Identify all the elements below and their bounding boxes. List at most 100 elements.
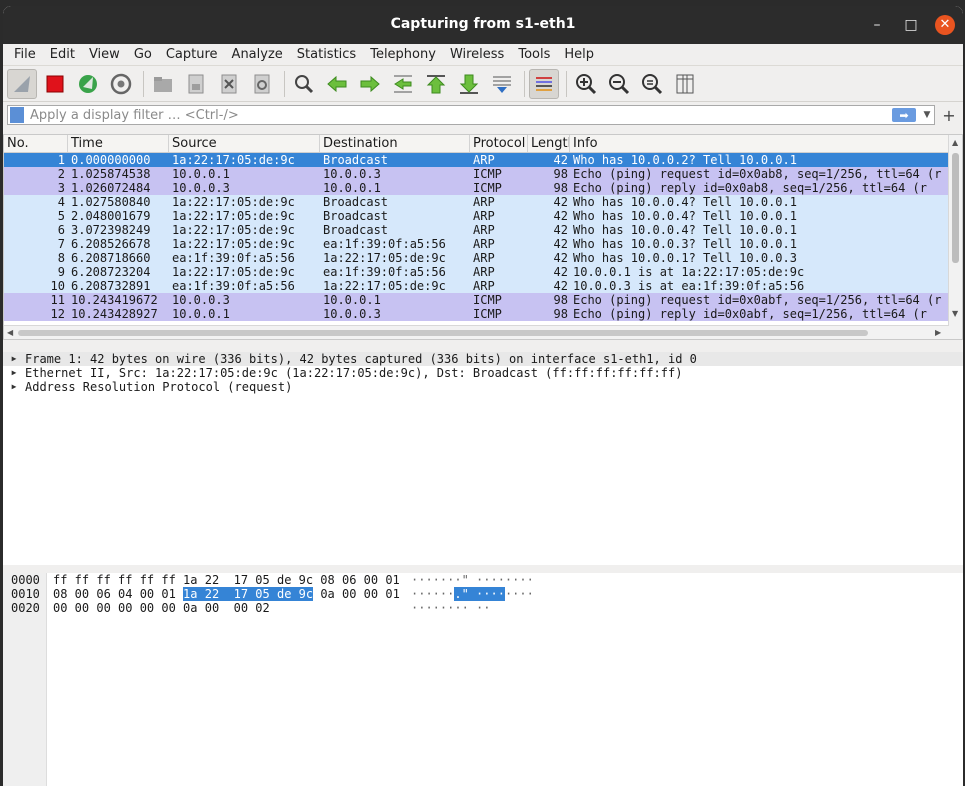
scroll-up-icon[interactable]: ▲	[952, 138, 958, 147]
packet-row[interactable]: 8 6.208718660 ea:1f:39:0f:a5:56 1a:22:17:05…	[4, 251, 949, 265]
detail-row-ethernet[interactable]: ▶ Ethernet II, Src: 1a:22:17:05:de:9c (1…	[3, 366, 963, 380]
scroll-right-icon[interactable]: ▶	[935, 328, 941, 337]
packet-cell-proto: ARP	[473, 237, 495, 251]
packet-list-horizontal-scrollbar[interactable]: ◀ ▶	[4, 325, 949, 339]
shark-fin-start-icon[interactable]	[7, 68, 37, 99]
hex-bytes[interactable]: 08 00 06 04 00 01	[53, 587, 183, 601]
menu-statistics[interactable]: Statistics	[290, 47, 363, 62]
packet-cell-proto: ARP	[473, 279, 495, 293]
go-last-icon[interactable]	[454, 69, 484, 99]
packet-cell-len: 42	[553, 279, 568, 293]
packet-row[interactable]: 3 1.026072484 10.0.0.3 10.0.0.1 ICMP 98 Echo (…	[4, 181, 949, 195]
minimize-icon[interactable]: –	[867, 15, 887, 35]
resize-columns-icon[interactable]	[670, 69, 700, 99]
packet-cell-len: 42	[553, 209, 568, 223]
column-header-source[interactable]: Source	[169, 135, 320, 152]
go-forward-icon[interactable]	[355, 69, 385, 99]
stop-capture-icon[interactable]	[40, 69, 70, 99]
packet-row[interactable]: 7 6.208526678 1a:22:17:05:de:9c ea:1f:39:0f…	[4, 237, 949, 251]
restart-capture-icon[interactable]	[73, 69, 103, 99]
packet-cell-no: 9	[57, 265, 65, 279]
scrollbar-thumb[interactable]	[952, 153, 959, 263]
column-header-time[interactable]: Time	[68, 135, 169, 152]
display-filter-input[interactable]	[24, 106, 892, 124]
menu-file[interactable]: File	[7, 47, 43, 62]
ascii-bytes[interactable]: ·······" ········	[411, 573, 534, 587]
hex-bytes-highlighted[interactable]: 1a 22 17 05 de 9c	[183, 587, 314, 601]
menu-view[interactable]: View	[82, 47, 127, 62]
menu-help[interactable]: Help	[557, 47, 601, 62]
column-header-protocol[interactable]: Protocol	[470, 135, 528, 152]
open-file-icon[interactable]	[148, 69, 178, 99]
hex-bytes[interactable]: ff ff ff ff ff ff 1a 22 17 05 de 9c 08 0…	[53, 573, 400, 587]
packet-cell-info: Echo (ping) reply id=0x0abf, seq=1/256, …	[573, 307, 928, 321]
hex-bytes[interactable]: 0a 00 00 01	[313, 587, 399, 601]
scroll-left-icon[interactable]: ◀	[7, 328, 13, 337]
scrollbar-thumb[interactable]	[18, 330, 868, 336]
zoom-out-icon[interactable]	[604, 69, 634, 99]
ascii-dump[interactable]: ·······" ········ ······." ········ ····…	[411, 573, 534, 615]
packet-list-vertical-scrollbar[interactable]: ▲ ▼	[948, 135, 962, 339]
find-packet-icon[interactable]	[289, 69, 319, 99]
ascii-bytes[interactable]: ····	[505, 587, 534, 601]
autoscroll-icon[interactable]	[487, 69, 517, 99]
detail-row-arp[interactable]: ▶ Address Resolution Protocol (request)	[3, 380, 963, 394]
ascii-bytes-highlighted[interactable]: ." ····	[454, 587, 505, 601]
packet-cell-info: Who has 10.0.0.2? Tell 10.0.0.1	[573, 153, 797, 167]
pane-splitter[interactable]	[3, 565, 963, 573]
close-icon[interactable]: ✕	[935, 15, 955, 35]
expand-caret-icon[interactable]: ▶	[3, 380, 25, 394]
packet-row[interactable]: 1 0.000000000 1a:22:17:05:de:9c Broadcast AR…	[4, 153, 949, 167]
column-header-destination[interactable]: Destination	[320, 135, 470, 152]
capture-options-icon[interactable]	[106, 69, 136, 99]
packet-row[interactable]: 6 3.072398249 1a:22:17:05:de:9c Broadcast AR…	[4, 223, 949, 237]
zoom-in-icon[interactable]	[571, 69, 601, 99]
ascii-bytes[interactable]: ······	[411, 587, 454, 601]
bookmark-icon[interactable]	[10, 107, 24, 123]
go-first-icon[interactable]	[421, 69, 451, 99]
menu-go[interactable]: Go	[127, 47, 159, 62]
menu-tools[interactable]: Tools	[511, 47, 557, 62]
expand-caret-icon[interactable]: ▶	[3, 366, 25, 380]
packet-row[interactable]: 9 6.208723204 1a:22:17:05:de:9c ea:1f:39:0f…	[4, 265, 949, 279]
scroll-down-icon[interactable]: ▼	[952, 309, 958, 318]
column-header-length[interactable]: Length	[528, 135, 570, 152]
packet-list-header: No. Time Source Destination Protocol Len…	[4, 135, 962, 153]
packet-cell-len: 42	[553, 265, 568, 279]
packet-row[interactable]: 12 10.243428927 10.0.0.1 10.0.0.3 ICMP 98 Echo…	[4, 307, 949, 321]
save-file-icon[interactable]	[181, 69, 211, 99]
packet-row[interactable]: 2 1.025874538 10.0.0.1 10.0.0.3 ICMP 98 Echo (…	[4, 167, 949, 181]
packet-cell-proto: ARP	[473, 265, 495, 279]
packet-cell-dst: 10.0.0.1	[323, 181, 381, 195]
maximize-icon[interactable]: □	[901, 15, 921, 35]
hex-bytes[interactable]: 00 00 00 00 00 00 0a 00 00 02	[53, 601, 270, 615]
menu-analyze[interactable]: Analyze	[225, 47, 290, 62]
reload-file-icon[interactable]	[247, 69, 277, 99]
packet-row[interactable]: 11 10.243419672 10.0.0.3 10.0.0.1 ICMP 98 Echo…	[4, 293, 949, 307]
close-file-icon[interactable]	[214, 69, 244, 99]
hex-dump[interactable]: ff ff ff ff ff ff 1a 22 17 05 de 9c 08 0…	[53, 573, 400, 615]
detail-row-frame[interactable]: ▶ Frame 1: 42 bytes on wire (336 bits), …	[3, 352, 963, 366]
ascii-bytes[interactable]: ········ ··	[411, 601, 490, 615]
packet-row[interactable]: 4 1.027580840 1a:22:17:05:de:9c Broadcast AR…	[4, 195, 949, 209]
colorize-icon[interactable]	[529, 68, 559, 99]
column-header-info[interactable]: Info	[570, 135, 962, 152]
menu-edit[interactable]: Edit	[43, 47, 82, 62]
packet-cell-len: 42	[553, 195, 568, 209]
menu-bar: File Edit View Go Capture Analyze Statistics Te…	[3, 44, 963, 66]
packet-cell-no: 2	[57, 167, 65, 181]
chevron-down-icon[interactable]: ▼	[920, 110, 934, 120]
go-to-packet-icon[interactable]	[388, 69, 418, 99]
packet-row[interactable]: 5 2.048001679 1a:22:17:05:de:9c Broadcast AR…	[4, 209, 949, 223]
menu-wireless[interactable]: Wireless	[443, 47, 511, 62]
expand-caret-icon[interactable]: ▶	[3, 352, 25, 366]
menu-telephony[interactable]: Telephony	[363, 47, 443, 62]
pane-splitter[interactable]	[3, 344, 963, 352]
go-back-icon[interactable]	[322, 69, 352, 99]
apply-filter-arrow-icon[interactable]: ➡	[892, 108, 916, 122]
column-header-no[interactable]: No.	[4, 135, 68, 152]
menu-capture[interactable]: Capture	[159, 47, 225, 62]
zoom-normal-icon[interactable]	[637, 69, 667, 99]
packet-row[interactable]: 10 6.208732891 ea:1f:39:0f:a5:56 1a:22:17:0…	[4, 279, 949, 293]
add-filter-button[interactable]: +	[939, 106, 959, 125]
